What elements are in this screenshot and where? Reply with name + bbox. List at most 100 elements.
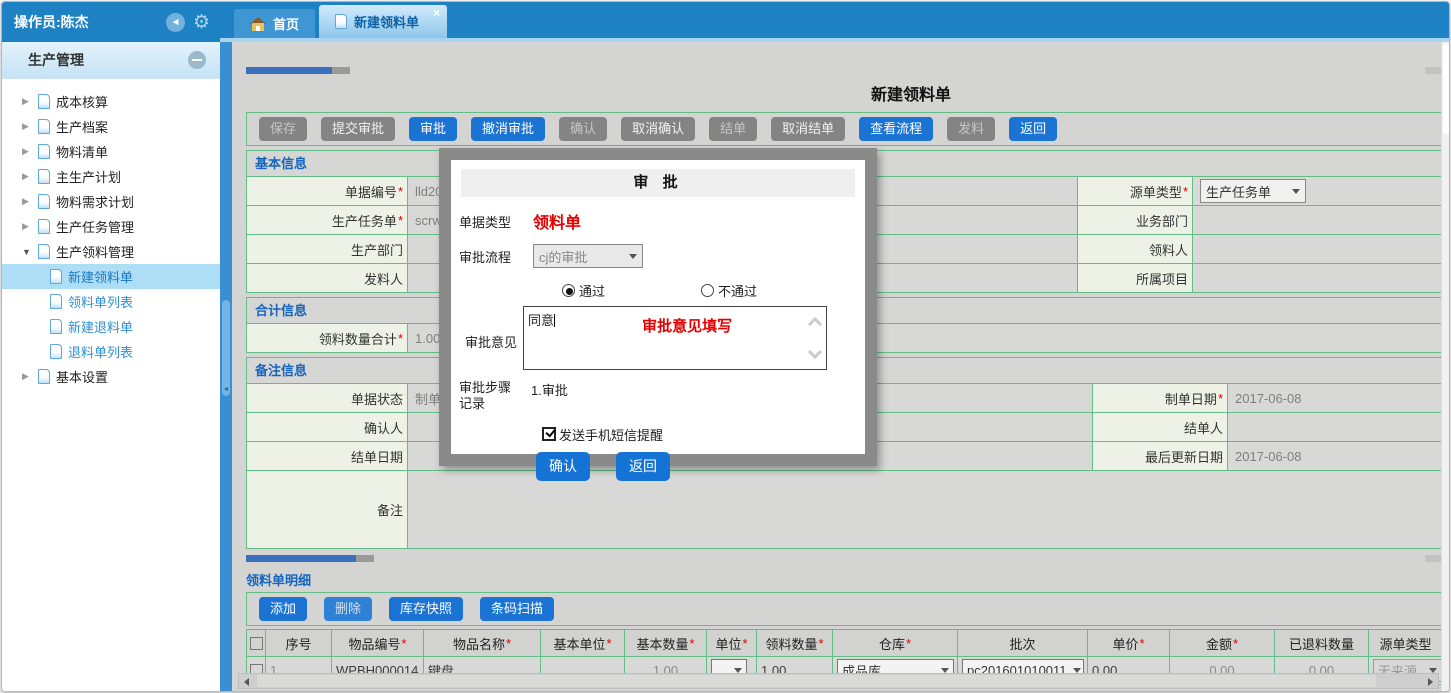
tree-label: 新建退料单 [68,317,133,336]
sidebar-item-成本核算[interactable]: ▶成本核算 [2,89,220,114]
发料-button[interactable]: 发料 [947,117,995,141]
sidebar-item-生产任务管理[interactable]: ▶生产任务管理 [2,214,220,239]
collapse-panel-icon[interactable] [188,51,206,69]
nav-tree: ▶成本核算▶生产档案▶物料清单▶主生产计划▶物料需求计划▶生产任务管理▼生产领料… [2,79,220,389]
radio-fail-icon[interactable] [701,284,714,297]
doc-type-row: 单据类型 领料单 [451,209,865,233]
field-label: 制单日期* [1092,384,1227,412]
modal-back-button[interactable]: 返回 [616,452,670,481]
条码扫描-button[interactable]: 条码扫描 [480,597,554,621]
required-mark: * [742,636,747,651]
sms-checkbox[interactable] [542,427,556,441]
document-icon [38,94,50,109]
field-value[interactable]: 生产任务单 [1192,177,1442,205]
tab-label: 新建领料单 [354,12,419,31]
header-checkbox-cell [247,630,265,656]
确认-button[interactable]: 确认 [559,117,607,141]
chevron-down-icon [1292,189,1300,194]
sidebar-item-生产领料管理[interactable]: ▼生产领料管理 [2,239,220,264]
field-label: 领料数量合计* [247,324,407,352]
flow-select[interactable]: cj的审批 [533,244,643,268]
textarea-scrollbar[interactable] [807,307,824,369]
opinion-textarea[interactable]: 同意 审批意见填写 [523,306,827,370]
sidebar-item-生产档案[interactable]: ▶生产档案 [2,114,220,139]
返回-button[interactable]: 返回 [1009,117,1057,141]
chevron-right-icon: ▶ [22,171,32,182]
结单-button[interactable]: 结单 [709,117,757,141]
detail-toolbar: 添加删除库存快照条码扫描 [246,592,1443,626]
scroll-down-icon[interactable] [808,345,822,359]
sidebar-item-主生产计划[interactable]: ▶主生产计划 [2,164,220,189]
field-value[interactable] [1192,206,1442,234]
sidebar-item-新建领料单[interactable]: 新建领料单 [2,264,220,289]
radio-pass-icon[interactable] [562,284,575,297]
bottom-scrollbar[interactable] [238,673,1439,689]
document-icon [38,194,50,209]
select-all-checkbox[interactable] [250,637,263,650]
sidebar-item-新建退料单[interactable]: 新建退料单 [2,314,220,339]
取消确认-button[interactable]: 取消确认 [621,117,695,141]
opinion-hint: 审批意见填写 [642,315,732,336]
steps-value: 1.审批 [531,380,568,399]
column-header: 单价* [1087,630,1169,656]
sidebar: 生产管理 ▶成本核算▶生产档案▶物料清单▶主生产计划▶物料需求计划▶生产任务管理… [2,42,220,692]
splitter-thumb[interactable]: ◄ [222,300,230,396]
sidebar-item-物料清单[interactable]: ▶物料清单 [2,139,220,164]
sidebar-item-物料需求计划[interactable]: ▶物料需求计划 [2,189,220,214]
field-value[interactable] [1192,235,1442,263]
field-label: 业务部门 [1077,206,1192,234]
document-icon [38,369,50,384]
mid-scrollbar[interactable] [246,555,1443,562]
field-label: 最后更新日期 [1092,442,1227,470]
审批-button[interactable]: 审批 [409,117,457,141]
field-value[interactable]: 2017-06-08 [1227,384,1442,412]
sidebar-splitter[interactable]: ◄ [220,42,232,692]
scroll-left-icon[interactable] [244,678,249,686]
查看流程-button[interactable]: 查看流程 [859,117,933,141]
page-title: 新建领料单 [246,81,1449,105]
field-value[interactable] [1192,264,1442,292]
tab-bar: 首页 新建领料单 × [220,2,1449,42]
sidebar-panel-header[interactable]: 生产管理 [2,42,220,79]
document-icon [50,344,62,359]
collapse-back-icon[interactable]: ◄ [166,13,185,32]
source-type-select[interactable]: 生产任务单 [1200,179,1306,203]
document-icon [38,144,50,159]
tab-新建领料单[interactable]: 新建领料单 × [319,5,447,38]
删除-button[interactable]: 删除 [324,597,372,621]
sidebar-item-领料单列表[interactable]: 领料单列表 [2,289,220,314]
radio-fail-option[interactable]: 不通过 [701,281,757,300]
vertical-scrollbar[interactable] [1441,42,1449,692]
bottom-scroll-thumb[interactable] [257,675,1376,687]
scroll-right-icon[interactable] [1428,678,1433,686]
tree-label: 新建领料单 [68,267,133,286]
form-row: 备注 [247,470,1442,548]
gear-icon[interactable]: ⚙ [193,13,210,32]
modal-buttons: 确认 返回 [451,452,865,481]
opinion-row: 审批意见 同意 审批意见填写 [451,306,865,370]
添加-button[interactable]: 添加 [259,597,307,621]
sidebar-item-退料单列表[interactable]: 退料单列表 [2,339,220,364]
tab-首页[interactable]: 首页 [234,9,315,38]
sidebar-item-基本设置[interactable]: ▶基本设置 [2,364,220,389]
radio-pass-option[interactable]: 通过 [562,281,605,300]
tree-label: 领料单列表 [68,292,133,311]
field-label: 所属项目 [1077,264,1192,292]
保存-button[interactable]: 保存 [259,117,307,141]
column-header: 仓库* [832,630,957,656]
field-label: 发料人 [247,264,407,292]
库存快照-button[interactable]: 库存快照 [389,597,463,621]
modal-confirm-button[interactable]: 确认 [536,452,590,481]
operator-header: 操作员:陈杰 ◄ ⚙ [2,2,220,42]
field-value[interactable] [1227,413,1442,441]
required-mark: * [689,636,694,651]
撤消审批-button[interactable]: 撤消审批 [471,117,545,141]
field-value[interactable] [407,471,1442,548]
top-scrollbar[interactable] [246,67,1443,74]
提交审批-button[interactable]: 提交审批 [321,117,395,141]
close-icon[interactable]: × [433,6,440,20]
scroll-up-icon[interactable] [808,317,822,331]
approval-modal: 审 批 单据类型 领料单 审批流程 cj的审批 通过 [439,148,877,466]
取消结单-button[interactable]: 取消结单 [771,117,845,141]
field-value[interactable]: 2017-06-08 [1227,442,1442,470]
